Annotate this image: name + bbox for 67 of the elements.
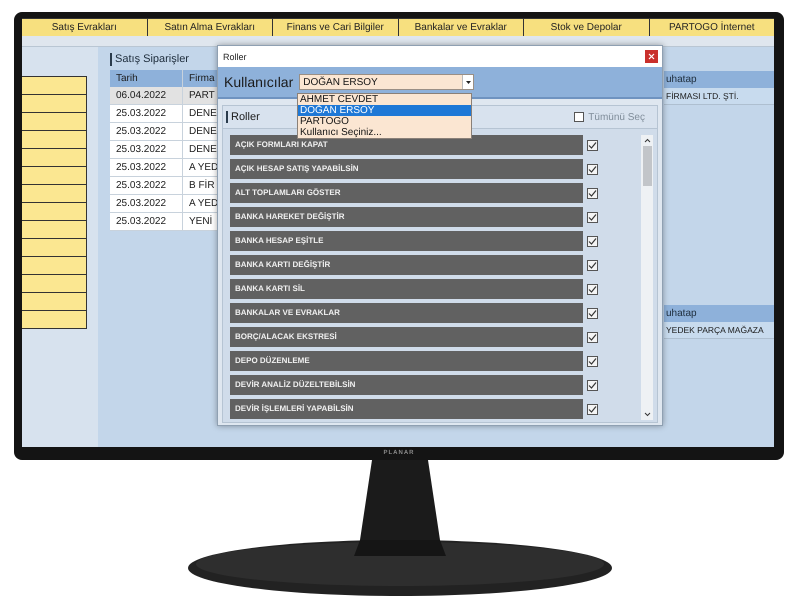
role-label: DEVİR İŞLEMLERİ YAPABİLSİN bbox=[230, 399, 583, 419]
empty-field bbox=[22, 148, 87, 167]
scroll-up-icon[interactable] bbox=[644, 138, 651, 143]
empty-field bbox=[22, 112, 87, 131]
role-label: BANKALAR VE EVRAKLAR bbox=[230, 303, 583, 323]
column-header[interactable]: uhatap bbox=[664, 71, 774, 88]
checkbox[interactable] bbox=[587, 404, 598, 414]
scrollbar[interactable] bbox=[641, 135, 653, 420]
checkbox[interactable] bbox=[587, 380, 598, 390]
checkbox[interactable] bbox=[587, 356, 598, 366]
role-label: ALT TOPLAMLARI GÖSTER bbox=[230, 183, 583, 203]
checkbox[interactable] bbox=[587, 284, 598, 294]
checkbox[interactable] bbox=[587, 188, 598, 198]
table-cell: 25.03.2022 bbox=[110, 177, 183, 194]
checkbox[interactable] bbox=[587, 260, 598, 270]
empty-field bbox=[22, 94, 87, 113]
table-cell: 25.03.2022 bbox=[110, 195, 183, 212]
checkbox[interactable] bbox=[587, 236, 598, 246]
close-icon bbox=[648, 53, 655, 60]
menu-tab[interactable]: Satış Evrakları bbox=[22, 19, 146, 36]
checkbox[interactable] bbox=[587, 212, 598, 222]
role-label: BORÇ/ALACAK EKSTRESİ bbox=[230, 327, 583, 347]
empty-field bbox=[22, 130, 87, 149]
scroll-down-icon[interactable] bbox=[644, 412, 651, 417]
role-label: AÇIK HESAP SATIŞ YAPABİLSİN bbox=[230, 159, 583, 179]
caret-icon bbox=[466, 80, 471, 84]
role-label: DEVİR ANALİZ DÜZELTEBİLSİN bbox=[230, 375, 583, 395]
empty-field bbox=[22, 184, 87, 203]
menu-tab[interactable]: Satın Alma Evrakları bbox=[148, 19, 272, 36]
checkbox[interactable] bbox=[587, 308, 598, 318]
table-cell: 25.03.2022 bbox=[110, 141, 183, 158]
table-cell: 25.03.2022 bbox=[110, 105, 183, 122]
scroll-thumb[interactable] bbox=[642, 146, 652, 186]
menu-tab[interactable]: Stok ve Depolar bbox=[524, 19, 648, 36]
checkbox[interactable] bbox=[587, 140, 598, 150]
empty-field bbox=[22, 292, 87, 311]
role-label: BANKA KARTI DEĞİŞTİR bbox=[230, 255, 583, 275]
empty-field bbox=[22, 220, 87, 239]
table-cell: 25.03.2022 bbox=[110, 159, 183, 176]
empty-field bbox=[22, 274, 87, 293]
table-cell: YEDEK PARÇA MAĞAZA bbox=[664, 322, 774, 339]
panel-title: Roller bbox=[226, 111, 260, 123]
window-title: Roller bbox=[223, 52, 247, 62]
empty-field bbox=[22, 310, 87, 329]
close-button[interactable] bbox=[645, 50, 658, 63]
empty-field bbox=[22, 202, 87, 221]
user-dropdown[interactable]: DOĞAN ERSOY bbox=[299, 74, 474, 90]
field-label: Kullanıcılar bbox=[224, 74, 294, 90]
role-label: BANKA HESAP EŞİTLE bbox=[230, 231, 583, 251]
empty-field bbox=[22, 238, 87, 257]
checkbox[interactable] bbox=[587, 164, 598, 174]
menu-tab[interactable]: PARTOGO İnternet bbox=[650, 19, 774, 36]
empty-field bbox=[22, 256, 87, 275]
menu-tab[interactable]: Finans ve Cari Bilgiler bbox=[273, 19, 398, 36]
empty-field bbox=[22, 166, 87, 185]
table-cell: 25.03.2022 bbox=[110, 213, 183, 230]
table-cell: FİRMASI LTD. ŞTİ. bbox=[664, 88, 774, 105]
menu-tab[interactable]: Bankalar ve Evraklar bbox=[398, 19, 523, 36]
checkbox[interactable] bbox=[587, 332, 598, 342]
empty-field bbox=[22, 76, 87, 95]
role-label: BANKA KARTI SİL bbox=[230, 279, 583, 299]
role-label: DEPO DÜZENLEME bbox=[230, 351, 583, 371]
table-cell: 25.03.2022 bbox=[110, 123, 183, 140]
role-label: BANKA HAREKET DEĞİŞTİR bbox=[230, 207, 583, 227]
column-header[interactable]: uhatap bbox=[664, 305, 774, 322]
dropdown-option[interactable]: DOĞAN ERSOY bbox=[298, 105, 471, 116]
table-cell: 06.04.2022 bbox=[110, 87, 183, 104]
